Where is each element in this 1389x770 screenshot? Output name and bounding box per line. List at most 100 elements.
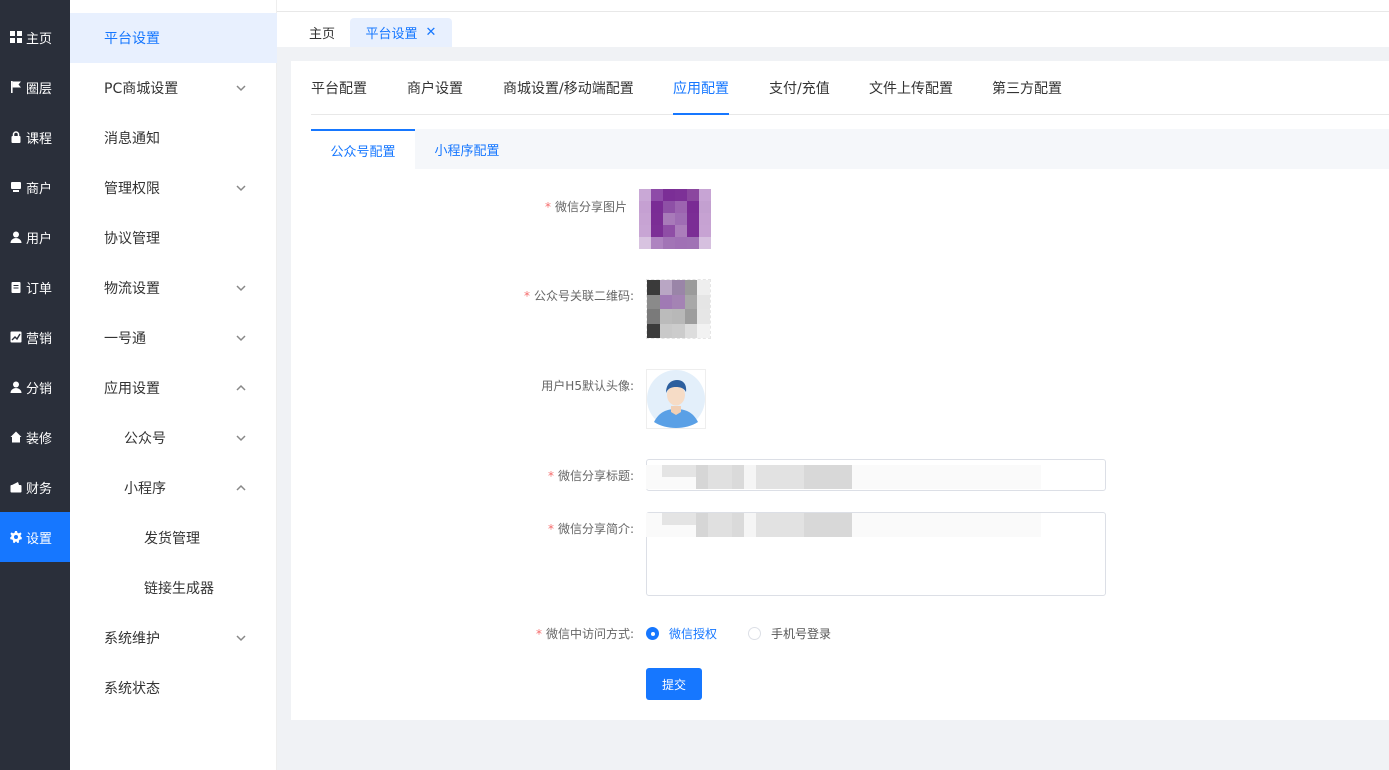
default-avatar-image bbox=[647, 370, 705, 428]
avatar-label: 用户H5默认头像: bbox=[541, 377, 634, 394]
tab-file-upload-config[interactable]: 文件上传配置 bbox=[869, 61, 953, 115]
rail-item-merchant[interactable]: 商户 bbox=[0, 162, 70, 212]
gear-icon bbox=[10, 531, 22, 543]
submenu-label: PC商城设置 bbox=[104, 81, 179, 97]
chevron-up-icon bbox=[235, 382, 247, 394]
rail-label: 营销 bbox=[26, 331, 53, 347]
settings-submenu: 平台设置 PC商城设置 消息通知 管理权限 协议管理 物流设置 一号通 应用设置… bbox=[70, 0, 277, 770]
radio-label: 手机号登录 bbox=[771, 627, 832, 641]
radio-dot bbox=[646, 627, 659, 640]
submenu-label: 链接生成器 bbox=[144, 581, 214, 597]
submenu-item-logistics[interactable]: 物流设置 bbox=[70, 263, 277, 313]
rail-label: 用户 bbox=[26, 231, 53, 247]
submenu-label: 一号通 bbox=[104, 331, 146, 347]
submenu-label: 发货管理 bbox=[144, 531, 200, 547]
submenu-item-pc-mall[interactable]: PC商城设置 bbox=[70, 63, 277, 113]
tab-mini-program-config[interactable]: 小程序配置 bbox=[415, 129, 519, 169]
submenu-item-shipping[interactable]: 发货管理 bbox=[70, 513, 277, 563]
page-tab-label: 平台设置 bbox=[365, 27, 418, 42]
submenu-item-platform-settings[interactable]: 平台设置 bbox=[70, 13, 277, 63]
tab-label: 支付/充值 bbox=[769, 81, 830, 97]
submenu-label: 系统状态 bbox=[104, 681, 160, 697]
tab-merchant-settings[interactable]: 商户设置 bbox=[407, 61, 463, 115]
label-text: 公众号关联二维码: bbox=[533, 289, 634, 303]
submenu-item-official-account[interactable]: 公众号 bbox=[70, 413, 277, 463]
grid-icon bbox=[10, 31, 22, 43]
share-title-value-redacted bbox=[646, 465, 1041, 489]
submenu-item-agreements[interactable]: 协议管理 bbox=[70, 213, 277, 263]
avatar-upload[interactable] bbox=[646, 369, 706, 429]
share-description-value-redacted bbox=[646, 513, 1041, 537]
rail-item-circle[interactable]: 圈层 bbox=[0, 62, 70, 112]
submenu-item-permissions[interactable]: 管理权限 bbox=[70, 163, 277, 213]
radio-phone-login[interactable]: 手机号登录 bbox=[748, 625, 831, 642]
radio-wechat-auth[interactable]: 微信授权 bbox=[646, 625, 717, 642]
user-icon bbox=[10, 231, 22, 243]
submenu-item-yihaotong[interactable]: 一号通 bbox=[70, 313, 277, 363]
tab-third-party-config[interactable]: 第三方配置 bbox=[992, 61, 1062, 115]
required-mark: * bbox=[547, 469, 554, 483]
tab-official-account-config[interactable]: 公众号配置 bbox=[311, 129, 415, 169]
rail-item-decoration[interactable]: 装修 bbox=[0, 412, 70, 462]
label-text: 微信分享标题: bbox=[557, 469, 634, 483]
submenu-label: 系统维护 bbox=[104, 631, 160, 647]
rail-item-settings[interactable]: 设置 bbox=[0, 512, 70, 562]
submenu-item-mini-program[interactable]: 小程序 bbox=[70, 463, 277, 513]
page-tab-label: 主页 bbox=[308, 27, 335, 42]
tab-app-config[interactable]: 应用配置 bbox=[673, 61, 729, 115]
label-text: 微信分享简介: bbox=[557, 522, 634, 536]
rail-item-marketing[interactable]: 营销 bbox=[0, 312, 70, 362]
page-tab-home[interactable]: 主页 bbox=[295, 18, 349, 47]
rail-label: 分销 bbox=[26, 381, 53, 397]
label-text: 微信中访问方式: bbox=[545, 627, 634, 641]
tab-payment-recharge[interactable]: 支付/充值 bbox=[769, 61, 830, 115]
wallet-icon bbox=[10, 481, 22, 493]
rail-label: 课程 bbox=[26, 131, 53, 147]
clipboard-icon bbox=[10, 281, 22, 293]
submenu-item-maintenance[interactable]: 系统维护 bbox=[70, 613, 277, 663]
chevron-down-icon bbox=[235, 282, 247, 294]
chevron-down-icon bbox=[235, 332, 247, 344]
share-description-label: * 微信分享简介: bbox=[548, 520, 634, 537]
tab-label: 第三方配置 bbox=[992, 81, 1062, 97]
rail-label: 装修 bbox=[26, 431, 53, 447]
rail-item-finance[interactable]: 财务 bbox=[0, 462, 70, 512]
tab-mall-mobile-config[interactable]: 商城设置/移动端配置 bbox=[503, 61, 634, 115]
required-mark: * bbox=[535, 627, 542, 641]
rail-item-order[interactable]: 订单 bbox=[0, 262, 70, 312]
top-header bbox=[277, 0, 1389, 12]
tab-label: 公众号配置 bbox=[330, 144, 396, 160]
submenu-item-notifications[interactable]: 消息通知 bbox=[70, 113, 277, 163]
main-nav-rail: 主页 圈层 课程 商户 用户 订单 营销 分销 装修 财务 设置 bbox=[0, 0, 70, 770]
qrcode-upload[interactable] bbox=[646, 279, 711, 339]
submenu-item-link-generator[interactable]: 链接生成器 bbox=[70, 563, 277, 613]
settings-card: 平台配置 商户设置 商城设置/移动端配置 应用配置 支付/充值 文件上传配置 第… bbox=[291, 61, 1389, 720]
submenu-item-app-settings[interactable]: 应用设置 bbox=[70, 363, 277, 413]
chevron-down-icon bbox=[235, 182, 247, 194]
tab-label: 平台配置 bbox=[311, 81, 367, 97]
access-mode-label: * 微信中访问方式: bbox=[536, 625, 634, 642]
tab-platform-config[interactable]: 平台配置 bbox=[311, 61, 367, 115]
chart-icon bbox=[10, 331, 22, 343]
rail-item-distribution[interactable]: 分销 bbox=[0, 362, 70, 412]
submenu-label: 小程序 bbox=[124, 481, 166, 497]
rail-label: 商户 bbox=[26, 181, 53, 197]
share-title-label: * 微信分享标题: bbox=[548, 467, 634, 484]
flag-icon bbox=[10, 81, 22, 93]
close-icon[interactable]: ✕ bbox=[426, 25, 437, 40]
rail-label: 设置 bbox=[26, 531, 53, 547]
submenu-label: 协议管理 bbox=[104, 231, 160, 247]
page-tab-platform-settings[interactable]: 平台设置 ✕ bbox=[350, 18, 452, 47]
submenu-item-system-status[interactable]: 系统状态 bbox=[70, 663, 277, 713]
qrcode-label: * 公众号关联二维码: bbox=[524, 287, 634, 304]
required-mark: * bbox=[544, 200, 551, 214]
rail-label: 订单 bbox=[26, 281, 53, 297]
sub-tabs: 公众号配置 小程序配置 bbox=[311, 129, 1389, 169]
chevron-down-icon bbox=[235, 632, 247, 644]
rail-item-course[interactable]: 课程 bbox=[0, 112, 70, 162]
submit-button[interactable]: 提交 bbox=[646, 668, 702, 700]
share-image-upload[interactable] bbox=[639, 189, 711, 249]
rail-item-home[interactable]: 主页 bbox=[0, 12, 70, 62]
rail-item-user[interactable]: 用户 bbox=[0, 212, 70, 262]
tab-label: 小程序配置 bbox=[434, 143, 500, 159]
